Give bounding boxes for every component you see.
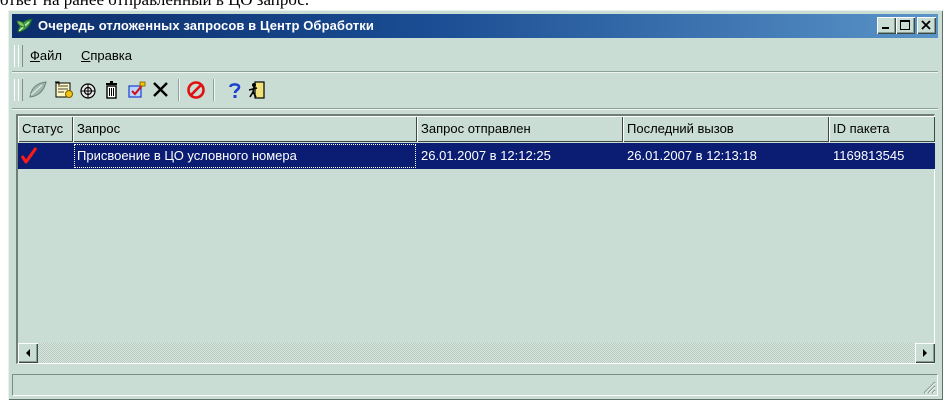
column-header-request[interactable]: Запрос <box>73 116 417 142</box>
column-header-sent[interactable]: Запрос отправлен <box>417 116 623 142</box>
scroll-right-button[interactable] <box>915 343 935 363</box>
page-caption-fragment: ответ на ранее отправленный в ЦО запрос. <box>0 0 943 9</box>
send-request-button[interactable] <box>26 78 50 102</box>
menu-bar: Файл Справка <box>12 42 938 70</box>
minimize-icon <box>882 27 889 29</box>
remove-x-icon <box>153 82 168 97</box>
edit-check-button[interactable] <box>125 78 149 102</box>
table-row[interactable]: Присвоение в ЦО условного номера 26.01.2… <box>18 143 935 169</box>
certificate-button[interactable] <box>52 78 76 102</box>
delete-button[interactable] <box>100 78 124 102</box>
lock-button[interactable] <box>76 78 100 102</box>
table-header: Статус Запрос Запрос отправлен Последний… <box>18 116 935 142</box>
toolbar-separator-2 <box>213 79 215 101</box>
delete-icon <box>106 81 117 99</box>
exit-icon <box>248 81 265 99</box>
help-button[interactable] <box>223 78 247 102</box>
remove-button[interactable] <box>149 78 173 102</box>
packet-id-cell: 1169813545 <box>833 148 905 163</box>
queue-window: Очередь отложенных запросов в Центр Обра… <box>8 10 943 400</box>
horizontal-scrollbar[interactable] <box>18 343 935 363</box>
maximize-icon <box>900 20 910 30</box>
menu-file[interactable]: Файл <box>30 42 62 70</box>
size-grip-icon[interactable] <box>922 380 936 394</box>
toolbar-grip-2 <box>18 79 23 101</box>
status-cell <box>18 143 73 169</box>
minimize-button[interactable] <box>877 17 896 34</box>
menu-toolbar-divider <box>12 71 938 73</box>
sent-cell: 26.01.2007 в 12:12:25 <box>421 148 551 163</box>
toolbar <box>12 74 938 106</box>
menu-help[interactable]: Справка <box>81 42 132 70</box>
maximize-button[interactable] <box>896 17 915 34</box>
arrow-right-icon <box>923 349 927 357</box>
red-checkmark-icon <box>20 147 38 164</box>
title-bar[interactable]: Очередь отложенных запросов в Центр Обра… <box>12 14 938 38</box>
window-title: Очередь отложенных запросов в Центр Обра… <box>38 18 374 33</box>
send-request-icon <box>29 81 47 98</box>
column-header-status[interactable]: Статус <box>18 116 73 142</box>
column-header-last-call[interactable]: Последний вызов <box>623 116 829 142</box>
exit-button[interactable] <box>245 78 269 102</box>
help-icon <box>229 83 241 98</box>
certificate-icon <box>55 81 73 98</box>
status-bar <box>12 374 938 396</box>
arrow-left-icon <box>26 349 30 357</box>
cancel-button[interactable] <box>184 78 208 102</box>
cancel-icon <box>187 81 205 99</box>
close-icon <box>921 20 931 30</box>
lock-icon <box>80 83 96 99</box>
edit-check-icon <box>128 81 146 98</box>
scroll-left-button[interactable] <box>18 343 38 363</box>
leaf-app-icon <box>16 17 34 35</box>
request-cell: Присвоение в ЦО условного номера <box>73 143 417 169</box>
column-header-packet-id[interactable]: ID пакета <box>829 116 935 142</box>
close-button[interactable] <box>917 17 936 34</box>
last-call-cell: 26.01.2007 в 12:13:18 <box>627 148 757 163</box>
menu-grip-2 <box>18 45 23 67</box>
toolbar-separator <box>178 79 180 101</box>
request-queue-list[interactable]: Статус Запрос Запрос отправлен Последний… <box>16 114 935 364</box>
toolbar-divider <box>12 108 938 110</box>
